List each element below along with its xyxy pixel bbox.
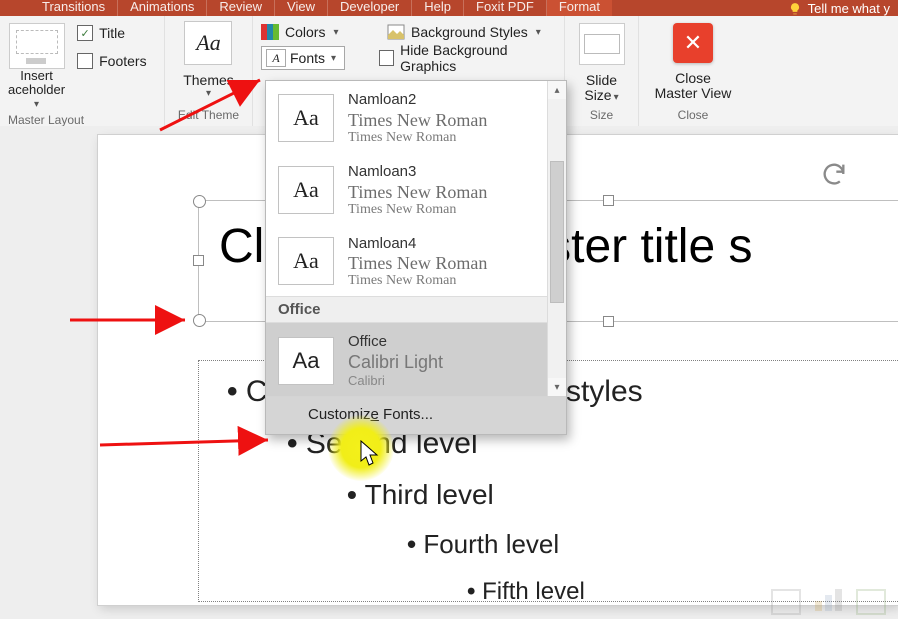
fonts-dropdown[interactable]: Aa Namloan2 Times New Roman Times New Ro… — [265, 80, 567, 435]
footers-checkbox[interactable]: Footers — [77, 53, 146, 69]
close-master-view-button[interactable]: Close Master View — [655, 71, 732, 102]
font-scheme-minor: Calibri — [348, 373, 443, 388]
font-scheme-item-selected[interactable]: Aa Office Calibri Light Calibri — [266, 323, 566, 396]
insert-placeholder-button[interactable]: Insert aceholder ▾ — [8, 21, 65, 110]
group-caption: Close — [647, 105, 739, 126]
tab-foxitpdf[interactable]: Foxit PDF — [464, 0, 547, 16]
themes-icon: Aa — [184, 21, 232, 65]
chevron-down-icon: ▾ — [333, 27, 338, 38]
group-master-layout: Insert aceholder ▾ ✓ Title Footers Maste… — [0, 16, 165, 126]
rotate-handle-icon[interactable] — [820, 160, 848, 188]
tab-transitions[interactable]: Transitions — [30, 0, 118, 16]
font-scheme-major: Calibri Light — [348, 352, 443, 373]
close-master-icon: ✕ — [673, 23, 713, 63]
insert-placeholder-icon — [9, 23, 65, 69]
group-caption: Edit Theme — [173, 105, 244, 126]
resize-handle[interactable] — [193, 195, 206, 208]
font-scheme-name: Namloan3 — [348, 163, 487, 182]
scrollbar[interactable]: ▴ ▾ — [547, 81, 566, 396]
font-scheme-major: Times New Roman — [348, 182, 487, 203]
tab-animations[interactable]: Animations — [118, 0, 207, 16]
resize-handle[interactable] — [603, 195, 614, 206]
scroll-thumb[interactable] — [550, 161, 564, 303]
list-item[interactable]: Third level — [347, 475, 898, 515]
table-placeholder-icon — [771, 589, 801, 615]
group-size: Slide Size▾ Size — [565, 16, 639, 126]
lightbulb-icon — [788, 2, 802, 16]
font-swatch-icon: Aa — [278, 166, 334, 214]
fonts-list[interactable]: Aa Namloan2 Times New Roman Times New Ro… — [266, 81, 566, 396]
list-item[interactable]: Fourth level — [407, 525, 898, 564]
hide-background-checkbox[interactable]: Hide Background Graphics — [379, 42, 556, 74]
font-scheme-major: Times New Roman — [348, 110, 487, 131]
customize-fonts-button[interactable]: Customize Fonts... — [266, 396, 566, 434]
tab-review[interactable]: Review — [207, 0, 275, 16]
font-scheme-name: Namloan2 — [348, 91, 487, 110]
checkbox-unchecked-icon — [77, 53, 93, 69]
resize-handle[interactable] — [193, 255, 204, 266]
font-swatch-icon: Aa — [278, 94, 334, 142]
checkbox-checked-icon: ✓ — [77, 25, 93, 41]
font-scheme-major: Times New Roman — [348, 253, 487, 274]
tell-me[interactable]: Tell me what y — [788, 1, 898, 16]
checkbox-unchecked-icon — [379, 50, 394, 66]
colors-button[interactable]: Colors▾ — [261, 24, 381, 40]
resize-handle[interactable] — [193, 314, 206, 327]
tab-format[interactable]: Format — [547, 0, 612, 16]
fonts-icon: A — [266, 49, 286, 67]
font-scheme-name: Namloan4 — [348, 235, 487, 254]
chevron-down-icon: ▾ — [331, 53, 336, 64]
title-tabs: Transitions Animations Review View Devel… — [0, 0, 898, 16]
group-edit-theme: Aa Themes ▾ Edit Theme — [165, 16, 253, 126]
background-styles-icon — [387, 24, 405, 40]
group-close: ✕ Close Master View Close — [639, 16, 747, 126]
tab-view[interactable]: View — [275, 0, 328, 16]
font-scheme-item[interactable]: Aa Namloan2 Times New Roman Times New Ro… — [266, 81, 566, 153]
view-shortcut-icons — [771, 589, 886, 615]
font-scheme-minor: Times New Roman — [348, 203, 487, 217]
font-swatch-icon: Aa — [278, 337, 334, 385]
media-placeholder-icon — [856, 589, 886, 615]
slide-size-icon — [579, 23, 625, 65]
resize-handle[interactable] — [603, 316, 614, 327]
scroll-up-button[interactable]: ▴ — [548, 81, 566, 99]
font-scheme-minor: Times New Roman — [348, 131, 487, 145]
tab-developer[interactable]: Developer — [328, 0, 412, 16]
chevron-down-icon: ▾ — [614, 92, 619, 103]
font-swatch-icon: Aa — [278, 237, 334, 285]
font-scheme-item[interactable]: Aa Namloan3 Times New Roman Times New Ro… — [266, 153, 566, 225]
colors-icon — [261, 24, 279, 40]
background-styles-button[interactable]: Background Styles▾ — [387, 24, 541, 40]
chart-placeholder-icon — [815, 589, 842, 611]
chevron-down-icon: ▾ — [34, 99, 39, 110]
slide-size-button[interactable]: Slide Size▾ — [584, 73, 618, 104]
fonts-button[interactable]: A Fonts▾ — [261, 46, 345, 70]
font-section-header: Office — [266, 296, 566, 323]
chevron-down-icon: ▾ — [536, 27, 541, 38]
chevron-down-icon: ▾ — [206, 88, 211, 99]
tab-help[interactable]: Help — [412, 0, 464, 16]
scroll-down-button[interactable]: ▾ — [548, 378, 566, 396]
font-scheme-minor: Times New Roman — [348, 274, 487, 288]
font-scheme-item[interactable]: Aa Namloan4 Times New Roman Times New Ro… — [266, 225, 566, 297]
font-scheme-name: Office — [348, 333, 443, 352]
title-checkbox[interactable]: ✓ Title — [77, 25, 146, 41]
themes-button[interactable]: Themes ▾ — [183, 73, 234, 99]
group-caption: Size — [573, 105, 630, 126]
